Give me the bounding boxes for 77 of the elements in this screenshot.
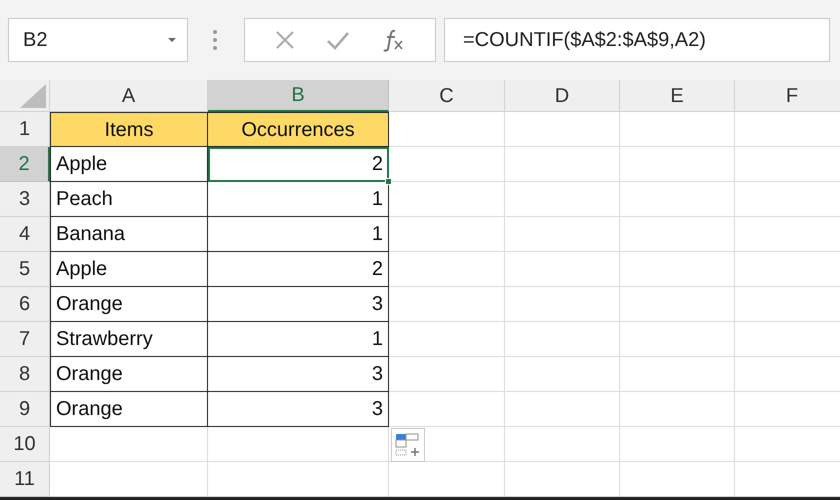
empty-cell[interactable] xyxy=(505,287,620,322)
empty-cell[interactable] xyxy=(505,112,620,147)
empty-cell[interactable] xyxy=(389,392,505,427)
row-header[interactable]: 10 xyxy=(0,427,50,462)
formula-text: =COUNTIF($A$2:$A$9,A2) xyxy=(463,28,706,53)
table-cell[interactable]: 3 xyxy=(208,287,389,322)
grip-icon xyxy=(212,29,218,51)
table-cell[interactable]: Banana xyxy=(50,217,208,252)
column-header[interactable]: C xyxy=(389,80,505,112)
row-header[interactable]: 5 xyxy=(0,252,50,287)
table-cell[interactable]: 3 xyxy=(208,357,389,392)
quick-analysis-icon xyxy=(395,433,421,457)
name-box[interactable]: B2 xyxy=(8,18,188,62)
empty-cell[interactable] xyxy=(620,217,735,252)
cancel-icon[interactable] xyxy=(274,30,295,50)
empty-cell[interactable] xyxy=(620,252,735,287)
cell-reference: B2 xyxy=(23,28,48,53)
fill-handle[interactable] xyxy=(385,178,392,185)
empty-cell[interactable] xyxy=(208,427,389,462)
table-cell[interactable]: Orange xyxy=(50,287,208,322)
empty-cell[interactable] xyxy=(505,357,620,392)
table-cell[interactable]: Strawberry xyxy=(50,322,208,357)
row-header[interactable]: 8 xyxy=(0,357,50,392)
column-header[interactable]: D xyxy=(505,80,620,112)
column-header[interactable]: F xyxy=(735,80,840,112)
table-cell[interactable]: 2 xyxy=(208,147,389,182)
table-cell[interactable]: Apple xyxy=(50,252,208,287)
table-cell[interactable]: 1 xyxy=(208,322,389,357)
header-cell[interactable]: Items xyxy=(50,112,208,147)
formula-field[interactable]: =COUNTIF($A$2:$A$9,A2) xyxy=(444,18,830,62)
empty-cell[interactable] xyxy=(620,322,735,357)
empty-cell[interactable] xyxy=(620,112,735,147)
row-header[interactable]: 11 xyxy=(0,462,50,497)
empty-cell[interactable] xyxy=(620,147,735,182)
table-cell[interactable]: 1 xyxy=(208,182,389,217)
empty-cell[interactable] xyxy=(505,217,620,252)
empty-cell[interactable] xyxy=(389,427,505,462)
empty-cell[interactable] xyxy=(620,287,735,322)
empty-cell[interactable] xyxy=(620,392,735,427)
quick-analysis-button[interactable] xyxy=(391,428,425,462)
empty-cell[interactable] xyxy=(389,217,505,252)
row-header[interactable]: 6 xyxy=(0,287,50,322)
empty-cell[interactable] xyxy=(505,252,620,287)
table-cell[interactable]: Apple xyxy=(50,147,208,182)
row-header[interactable]: 4 xyxy=(0,217,50,252)
empty-cell[interactable] xyxy=(389,287,505,322)
check-icon[interactable] xyxy=(326,30,350,50)
function-icon[interactable] xyxy=(381,28,406,52)
table-cell[interactable]: Peach xyxy=(50,182,208,217)
header-cell[interactable]: Occurrences xyxy=(208,112,389,147)
empty-cell[interactable] xyxy=(389,357,505,392)
table-cell[interactable]: 1 xyxy=(208,217,389,252)
empty-cell[interactable] xyxy=(389,182,505,217)
row-header[interactable]: 9 xyxy=(0,392,50,427)
dropdown-caret-icon xyxy=(167,37,177,43)
table-cell[interactable]: Orange xyxy=(50,357,208,392)
empty-cell[interactable] xyxy=(620,182,735,217)
empty-cell[interactable] xyxy=(505,182,620,217)
row-header[interactable]: 7 xyxy=(0,322,50,357)
empty-cell[interactable] xyxy=(505,427,620,462)
empty-cell[interactable] xyxy=(389,322,505,357)
column-header[interactable]: B xyxy=(208,80,389,112)
table-cell[interactable]: Orange xyxy=(50,392,208,427)
table-cell[interactable]: 3 xyxy=(208,392,389,427)
row-header[interactable]: 3 xyxy=(0,182,50,217)
row-header[interactable]: 2 xyxy=(0,147,50,182)
select-all-icon[interactable] xyxy=(20,84,46,108)
empty-cell[interactable] xyxy=(505,322,620,357)
empty-cell[interactable] xyxy=(620,427,735,462)
column-header[interactable]: E xyxy=(620,80,735,112)
empty-cell[interactable] xyxy=(620,357,735,392)
empty-cell[interactable] xyxy=(505,147,620,182)
table-cell[interactable]: 2 xyxy=(208,252,389,287)
empty-cell[interactable] xyxy=(505,392,620,427)
empty-cell[interactable] xyxy=(389,147,505,182)
empty-cell[interactable] xyxy=(389,252,505,287)
row-header[interactable]: 1 xyxy=(0,112,50,147)
